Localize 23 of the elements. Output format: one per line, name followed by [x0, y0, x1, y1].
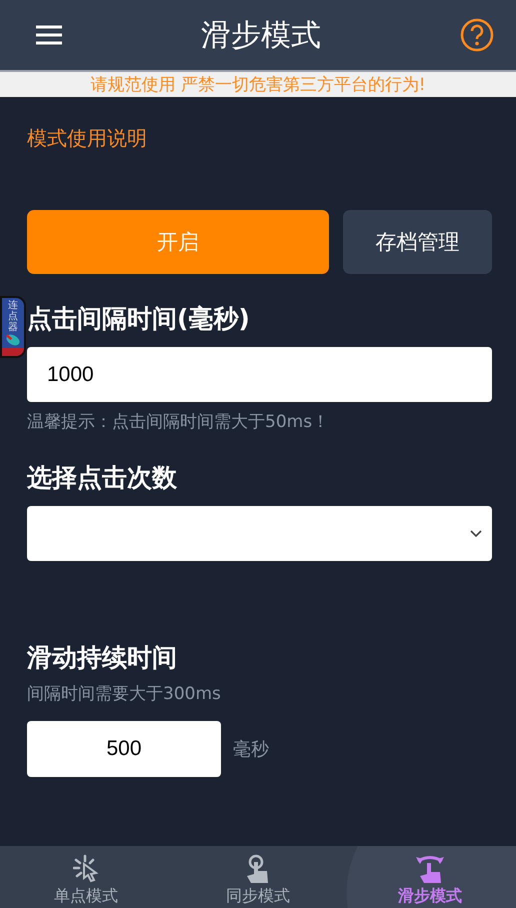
cursor-click-icon — [73, 854, 99, 884]
swipe-duration-label: 滑动持续时间 — [27, 642, 178, 674]
page-title: 滑步模式 — [201, 16, 321, 54]
chevron-down-icon — [470, 530, 482, 538]
menu-icon[interactable] — [36, 25, 62, 45]
archive-button[interactable]: 存档管理 — [343, 210, 492, 274]
hand-tap-icon — [245, 854, 271, 884]
hand-swipe-icon — [415, 854, 445, 884]
nav-tab[interactable]: 同步模式 — [172, 846, 344, 908]
click-count-label: 选择点击次数 — [27, 462, 178, 494]
interval-field[interactable]: 1000 — [27, 347, 492, 402]
floating-widget[interactable]: 连点器 — [0, 296, 26, 358]
duration-field[interactable]: 500 — [27, 721, 221, 777]
mouse-icon — [4, 333, 22, 347]
help-icon[interactable] — [460, 18, 494, 52]
unit-label: 毫秒 — [233, 738, 269, 761]
interval-hint: 温馨提示：点击间隔时间需大于50ms！ — [27, 411, 330, 433]
notice-banner: 请规范使用 严禁一切危害第三方平台的行为! — [0, 70, 516, 97]
interval-label: 点击间隔时间(毫秒) — [27, 303, 251, 335]
nav-tab[interactable]: 滑步模式 — [344, 846, 516, 908]
swipe-duration-hint: 间隔时间需要大于300ms — [27, 683, 222, 705]
nav-tab[interactable]: 单点模式 — [0, 846, 172, 908]
instructions-link[interactable]: 模式使用说明 — [27, 125, 147, 152]
